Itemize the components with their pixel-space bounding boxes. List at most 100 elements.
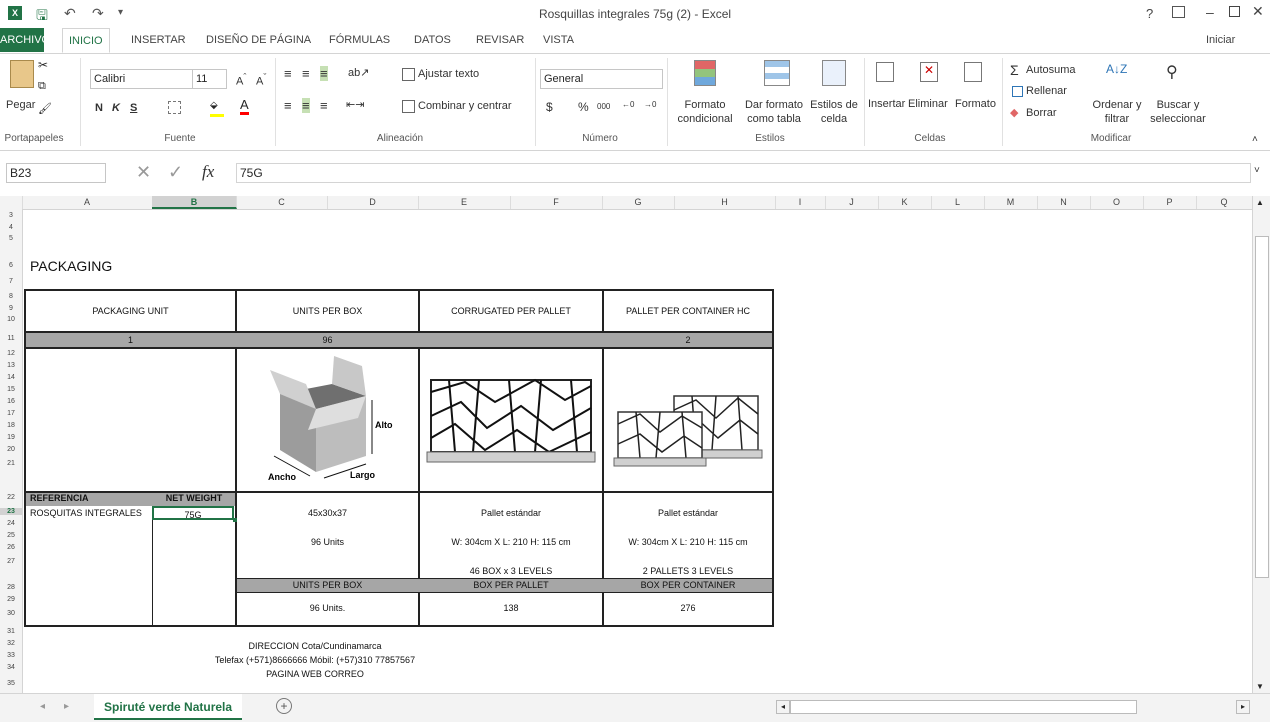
column-header[interactable]: I — [775, 196, 826, 209]
underline-button[interactable]: S — [130, 102, 137, 114]
decrease-decimal-icon[interactable]: →0 — [644, 100, 656, 109]
clear-button[interactable]: Borrar — [1026, 107, 1057, 119]
row-header[interactable]: 10 — [0, 316, 22, 323]
grow-font-icon[interactable]: Aˆ — [236, 72, 246, 88]
fill-color-icon[interactable]: ⬙ — [210, 100, 224, 117]
row-header[interactable]: 23 — [0, 508, 22, 515]
header-units-per-box[interactable]: UNITS PER BOX — [237, 306, 418, 316]
tab-vista[interactable]: VISTA — [537, 28, 580, 52]
column-header[interactable]: F — [510, 196, 603, 209]
scroll-thumb[interactable] — [1255, 236, 1269, 578]
tab-inicio[interactable]: INICIO — [62, 28, 110, 53]
box-units[interactable]: 96 Units — [237, 537, 418, 547]
box-dimensions[interactable]: 45x30x37 — [237, 508, 418, 518]
row-header[interactable]: 4 — [0, 224, 22, 231]
header-corrugated-per-pallet[interactable]: CORRUGATED PER PALLET — [420, 306, 602, 316]
row-header[interactable]: 14 — [0, 374, 22, 381]
reference-value[interactable]: ROSQUITAS INTEGRALES — [30, 508, 142, 518]
column-header[interactable]: A — [22, 196, 153, 209]
pallet-levels[interactable]: 46 BOX x 3 LEVELS — [420, 566, 602, 576]
copy-icon[interactable]: ⧉ — [38, 80, 46, 93]
row-header[interactable]: 8 — [0, 293, 22, 300]
column-header[interactable]: E — [418, 196, 511, 209]
container-pallet-levels[interactable]: 2 PALLETS 3 LEVELS — [604, 566, 772, 576]
indent-icon[interactable]: ⇤⇥ — [346, 98, 364, 111]
percent-button[interactable]: % — [578, 100, 589, 114]
format-cells-button[interactable]: Formato — [955, 98, 996, 110]
tab-datos[interactable]: DATOS — [408, 28, 457, 52]
align-middle-icon[interactable]: ≡ — [302, 66, 310, 81]
cancel-icon[interactable]: ✕ — [136, 162, 151, 183]
tab-insertar[interactable]: INSERTAR — [125, 28, 192, 52]
font-size-select[interactable]: 11 — [192, 69, 227, 89]
align-bottom-icon[interactable]: ≡ — [320, 66, 328, 81]
delete-cells-button[interactable]: Eliminar — [908, 98, 948, 110]
sub-value-box-per-pallet[interactable]: 138 — [420, 603, 602, 613]
paste-button[interactable]: Pegar — [6, 99, 35, 111]
column-header[interactable]: K — [878, 196, 932, 209]
column-header[interactable]: H — [674, 196, 776, 209]
format-painter-icon[interactable]: 🖌 — [38, 102, 52, 115]
pallet-type[interactable]: Pallet estándar — [420, 508, 602, 518]
cut-icon[interactable]: ✂ — [38, 58, 48, 72]
row-header[interactable]: 19 — [0, 434, 22, 441]
add-sheet-icon[interactable]: + — [276, 698, 292, 714]
increase-decimal-icon[interactable]: ←0 — [622, 100, 634, 109]
column-header[interactable]: O — [1090, 196, 1144, 209]
row-header[interactable]: 3 — [0, 212, 22, 219]
sub-value-units-per-box[interactable]: 96 Units. — [237, 603, 418, 613]
fill-button[interactable]: Rellenar — [1026, 85, 1067, 97]
minimize-button[interactable]: – — [1206, 4, 1214, 20]
footer-web[interactable]: PAGINA WEB CORREO — [130, 669, 500, 679]
autosum-button[interactable]: Autosuma — [1026, 64, 1076, 76]
sort-filter-button[interactable]: Ordenar y filtrar — [1090, 98, 1144, 126]
horizontal-scrollbar[interactable] — [790, 700, 1137, 714]
row-header[interactable]: 11 — [0, 335, 22, 342]
sub-header-box-per-pallet[interactable]: BOX PER PALLET — [420, 580, 602, 590]
row-header[interactable]: 9 — [0, 305, 22, 312]
find-select-button[interactable]: Buscar y seleccionar — [1146, 98, 1210, 126]
row-header[interactable]: 16 — [0, 398, 22, 405]
tab-revisar[interactable]: REVISAR — [470, 28, 530, 52]
value-units-per-box[interactable]: 96 — [237, 335, 418, 345]
row-header[interactable]: 32 — [0, 640, 22, 647]
tab-diseno[interactable]: DISEÑO DE PÁGINA — [200, 28, 317, 52]
prev-sheet-icon[interactable]: ◂ — [40, 701, 45, 712]
row-header[interactable]: 20 — [0, 446, 22, 453]
hscroll-right-icon[interactable]: ▸ — [1236, 700, 1250, 714]
align-right-icon[interactable]: ≡ — [320, 98, 328, 113]
cell-styles-button[interactable]: Estilos de celda — [806, 98, 862, 126]
wrap-text-button[interactable]: Ajustar texto — [418, 68, 479, 80]
row-header[interactable]: 26 — [0, 544, 22, 551]
container-pallet-dimensions[interactable]: W: 304cm X L: 210 H: 115 cm — [604, 537, 772, 547]
column-header[interactable]: N — [1037, 196, 1091, 209]
column-header[interactable]: P — [1143, 196, 1197, 209]
column-header[interactable]: Q — [1196, 196, 1253, 209]
row-header[interactable]: 5 — [0, 235, 22, 242]
row-header[interactable]: 6 — [0, 262, 22, 269]
sub-value-box-per-container[interactable]: 276 — [604, 603, 772, 613]
enter-icon[interactable]: ✓ — [168, 162, 183, 183]
column-header[interactable]: M — [984, 196, 1038, 209]
formula-input[interactable]: 75G — [236, 163, 1251, 183]
collapse-ribbon-icon[interactable]: ˄ — [1252, 134, 1258, 145]
number-format-select[interactable]: General — [540, 69, 663, 89]
column-header[interactable]: L — [931, 196, 985, 209]
shrink-font-icon[interactable]: Aˇ — [256, 72, 266, 88]
close-button[interactable]: ✕ — [1252, 3, 1264, 20]
signin-link[interactable]: Iniciar sesión — [1200, 28, 1270, 70]
tab-archivo[interactable]: ARCHIVO — [0, 28, 50, 52]
row-header[interactable]: 30 — [0, 610, 22, 617]
row-header[interactable]: 35 — [0, 680, 22, 687]
align-left-icon[interactable]: ≡ — [284, 98, 292, 113]
footer-address[interactable]: DIRECCION Cota/Cundinamarca — [130, 641, 500, 651]
row-header[interactable]: 29 — [0, 596, 22, 603]
merge-center-button[interactable]: Combinar y centrar — [418, 100, 512, 112]
column-header[interactable]: D — [327, 196, 419, 209]
column-header[interactable]: B — [152, 196, 237, 209]
vertical-scrollbar[interactable]: ▲ ▼ — [1252, 196, 1270, 693]
header-packaging-unit[interactable]: PACKAGING UNIT — [26, 306, 235, 316]
row-header[interactable]: 7 — [0, 278, 22, 285]
help-button[interactable]: ? — [1146, 6, 1153, 21]
expand-formula-icon[interactable]: ˅ — [1254, 165, 1260, 176]
